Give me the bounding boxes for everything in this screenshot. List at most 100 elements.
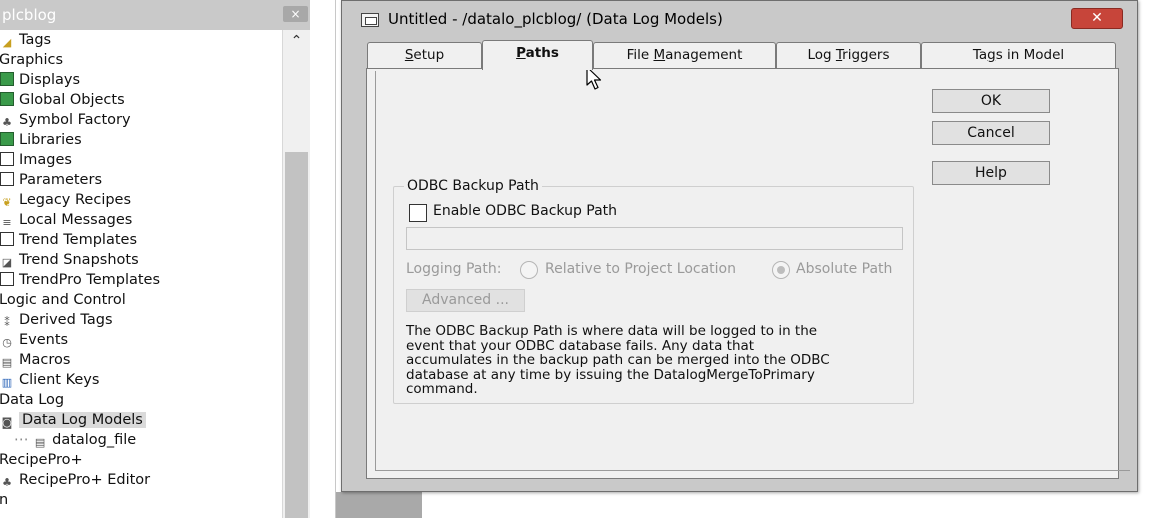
logging-path-label: Logging Path: xyxy=(406,261,502,277)
absolute-path-label[interactable]: Absolute Path xyxy=(796,261,892,277)
workspace-margin xyxy=(311,0,336,518)
tree-item-label: Libraries xyxy=(19,132,82,148)
tree-item[interactable]: ▥ Client Keys xyxy=(0,370,100,390)
odbc-description: The ODBC Backup Path is where data will … xyxy=(406,324,906,397)
tree-item-label: Macros xyxy=(19,352,71,368)
tree-item[interactable]: ⋯ ▤ datalog_file xyxy=(14,430,136,450)
cancel-button[interactable]: Cancel xyxy=(932,121,1050,145)
tree-item-label: Data Log Models xyxy=(19,412,146,428)
tree-item-label: Graphics xyxy=(0,52,64,68)
workspace-status-strip xyxy=(336,492,422,518)
tree-item-label: Tags xyxy=(19,32,52,48)
events-icon: ◷ xyxy=(2,336,12,349)
trend-template-icon xyxy=(0,232,14,246)
tree-item-label: Local Messages xyxy=(19,212,133,228)
tree-item-label: Derived Tags xyxy=(19,312,113,328)
tree-item-label: Global Objects xyxy=(19,92,125,108)
tree-item-label: Logic and Control xyxy=(0,292,126,308)
enable-odbc-backup-checkbox[interactable] xyxy=(409,204,427,222)
description-line: database at any time by issuing the Data… xyxy=(406,366,815,383)
macros-icon: ▤ xyxy=(1,356,13,369)
relative-path-radio[interactable] xyxy=(520,261,538,279)
tree-connector: ⋯ xyxy=(14,432,34,448)
tree-item-label: Images xyxy=(19,152,72,168)
tree-item[interactable]: Trend Templates xyxy=(0,230,137,250)
help-button[interactable]: Help xyxy=(932,161,1050,185)
description-line: event that your ODBC database fails. Any… xyxy=(406,337,755,354)
tree-item[interactable]: Logic and Control xyxy=(0,290,126,310)
parameters-icon xyxy=(0,172,14,186)
tree-item-label: Events xyxy=(19,332,69,348)
explorer-close-button[interactable]: × xyxy=(283,6,308,22)
explorer-tree: ◢ Tags Graphics Displays Global Objects ♣ Symb… xyxy=(0,30,282,518)
description-line: The ODBC Backup Path is where data will … xyxy=(406,323,818,339)
tree-item-label: Client Keys xyxy=(19,372,100,388)
odbc-backup-path-input[interactable] xyxy=(406,227,903,250)
derived-tags-icon: ⁑ xyxy=(4,316,10,329)
tree-item[interactable]: ◪ Trend Snapshots xyxy=(0,250,139,270)
enable-odbc-backup-label[interactable]: Enable ODBC Backup Path xyxy=(433,203,617,219)
tree-item[interactable]: TrendPro Templates xyxy=(0,270,160,290)
client-keys-icon: ▥ xyxy=(1,376,13,389)
tab-tags-in-model[interactable]: Tags in Model xyxy=(921,42,1116,69)
tab-file-management[interactable]: File Management xyxy=(593,42,776,69)
tree-item[interactable]: ≡ Local Messages xyxy=(0,210,132,230)
tree-item[interactable]: ❦ Legacy Recipes xyxy=(0,190,131,210)
advanced-button[interactable]: Advanced ... xyxy=(406,289,525,312)
scrollbar-thumb[interactable] xyxy=(285,152,308,518)
recipe-icon: ❦ xyxy=(2,196,12,209)
tree-item-label: Trend Templates xyxy=(19,232,138,248)
description-line: command. xyxy=(406,381,478,397)
symbol-factory-icon: ♣ xyxy=(2,116,12,129)
description-line: accumulates in the backup path can be me… xyxy=(406,352,830,368)
tree-item-label: Legacy Recipes xyxy=(19,192,132,208)
dialog-titlebar[interactable]: Untitled - /datalo_plcblog/ (Data Log Mo… xyxy=(342,1,1137,37)
tree-item[interactable]: Global Objects xyxy=(0,90,125,110)
tree-item[interactable]: Displays xyxy=(0,70,80,90)
tree-item[interactable]: Parameters xyxy=(0,170,102,190)
display-icon xyxy=(0,72,14,86)
tree-item[interactable]: ◷ Events xyxy=(0,330,68,350)
data-log-models-icon: ◙ xyxy=(1,416,13,429)
absolute-path-radio[interactable] xyxy=(772,261,790,279)
tree-item-label: RecipePro+ xyxy=(0,452,83,468)
tree-item-label: Data Log xyxy=(0,392,65,408)
tab-paths[interactable]: Paths xyxy=(482,40,593,70)
tree-item[interactable]: ◢ Tags xyxy=(0,30,51,50)
tree-item[interactable]: ▤ Macros xyxy=(0,350,71,370)
explorer-scrollbar[interactable]: ⌃ xyxy=(282,30,310,518)
ok-button[interactable]: OK xyxy=(932,89,1050,113)
tree-item[interactable]: Data Log xyxy=(0,390,64,410)
tree-item[interactable]: ♣ Symbol Factory xyxy=(0,110,131,130)
odbc-group-label: ODBC Backup Path xyxy=(404,178,542,194)
tree-item[interactable]: RecipePro+ xyxy=(0,450,83,470)
trend-snapshot-icon: ◪ xyxy=(1,256,13,269)
tree-item[interactable]: n xyxy=(0,490,8,510)
tree-item-label: datalog_file xyxy=(52,432,137,448)
tree-item-label: TrendPro Templates xyxy=(19,272,161,288)
file-icon: ▤ xyxy=(34,436,46,449)
library-icon xyxy=(0,132,14,146)
tree-item-label: n xyxy=(0,492,9,508)
scroll-up-arrow-icon[interactable]: ⌃ xyxy=(283,30,310,50)
messages-icon: ≡ xyxy=(2,216,12,229)
trendpro-icon xyxy=(0,272,14,286)
tree-item-label: Symbol Factory xyxy=(19,112,131,128)
tree-item[interactable]: ◙ Data Log Models xyxy=(0,410,146,430)
tab-strip: Setup Paths File Management Log Triggers… xyxy=(367,40,1117,70)
tree-item[interactable]: Images xyxy=(0,150,72,170)
tag-icon: ◢ xyxy=(2,36,12,49)
relative-path-label[interactable]: Relative to Project Location xyxy=(545,261,736,277)
global-objects-icon xyxy=(0,92,14,106)
project-explorer: plcblog × ◢ Tags Graphics Displays Global Ob… xyxy=(0,0,310,518)
tree-item[interactable]: ♣ RecipePro+ Editor xyxy=(0,470,150,490)
tree-item[interactable]: Graphics xyxy=(0,50,63,70)
window-icon xyxy=(361,13,379,27)
tree-item[interactable]: Libraries xyxy=(0,130,82,150)
dialog-close-button[interactable]: ✕ xyxy=(1071,8,1123,29)
tree-item[interactable]: ⁑ Derived Tags xyxy=(0,310,113,330)
tree-item-label: Displays xyxy=(19,72,81,88)
tab-setup[interactable]: Setup xyxy=(367,42,482,69)
tab-log-triggers[interactable]: Log Triggers xyxy=(776,42,921,69)
explorer-title: plcblog xyxy=(0,0,310,30)
